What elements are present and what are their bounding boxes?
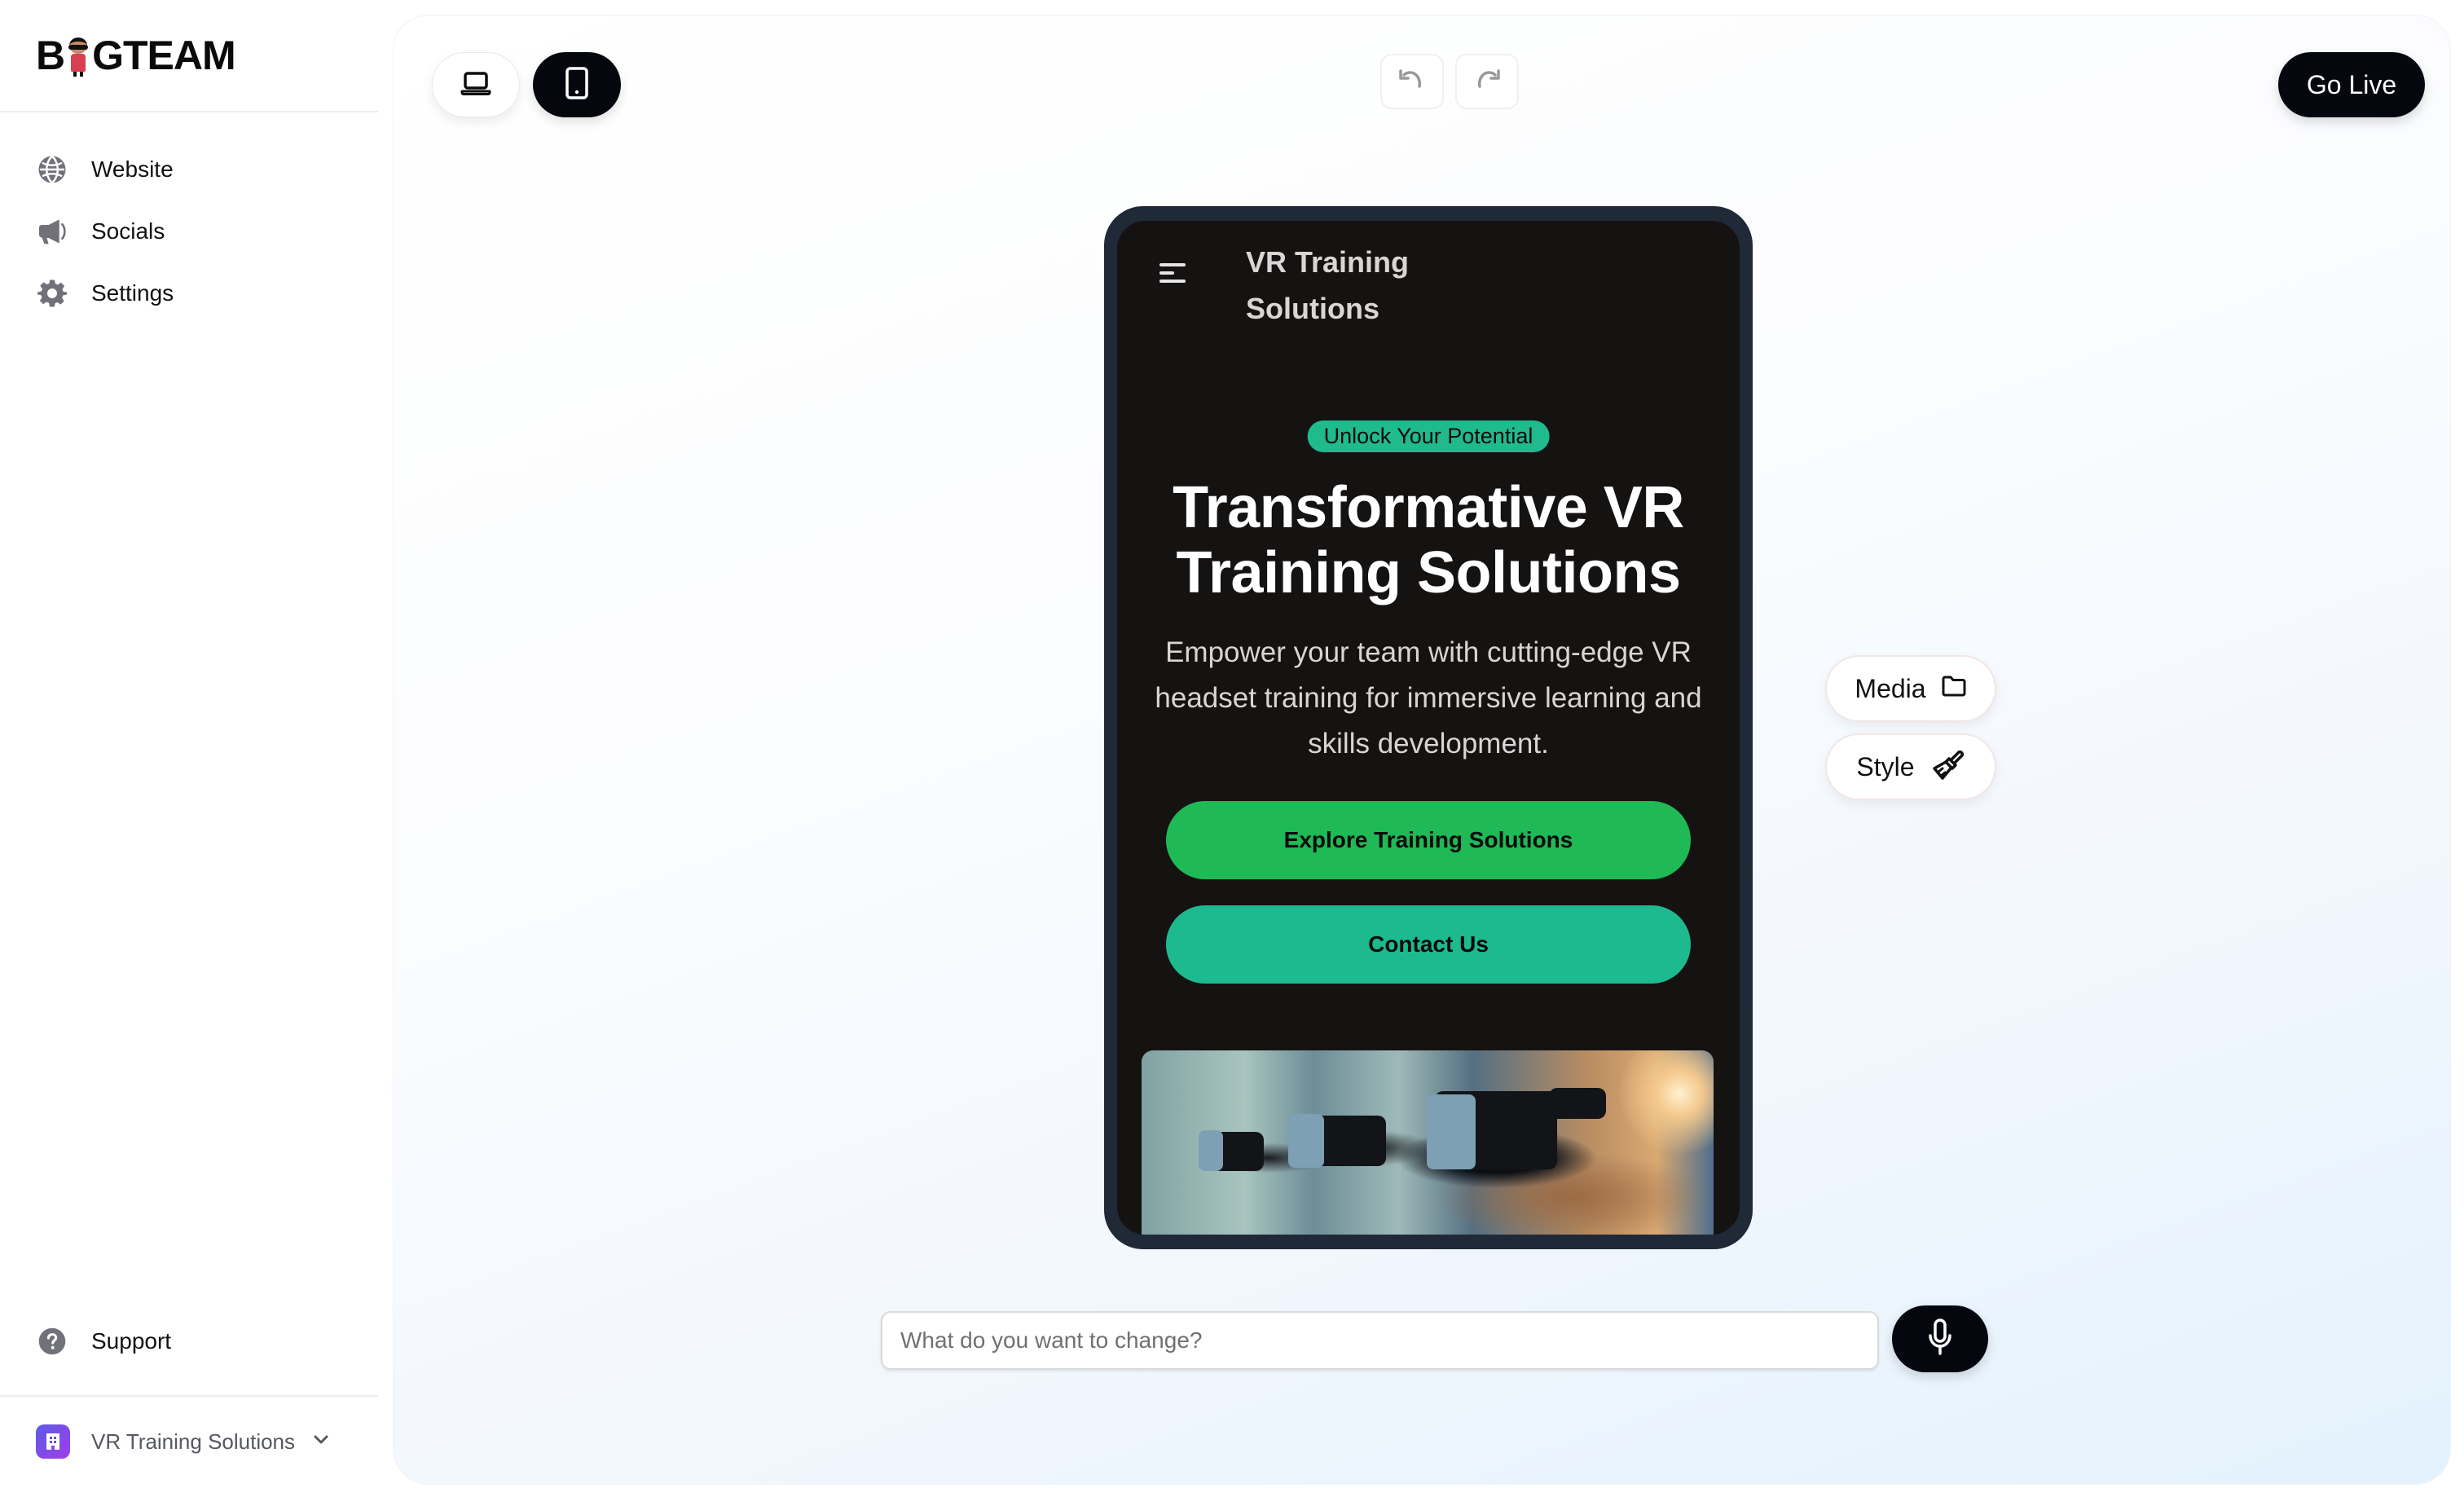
style-button[interactable]: Style bbox=[1825, 733, 1996, 800]
hero-subtitle: Empower your team with cutting-edge VR h… bbox=[1155, 636, 1702, 759]
redo-button[interactable] bbox=[1455, 54, 1519, 109]
sidebar-nav: Website Socials Settings bbox=[36, 147, 174, 332]
media-label: Media bbox=[1855, 673, 1926, 703]
app-root: B GTEAM Website Socials Settings Support… bbox=[0, 0, 2464, 1488]
sidebar-item-socials[interactable]: Socials bbox=[36, 209, 174, 254]
microphone-icon bbox=[1926, 1318, 1954, 1361]
go-live-button[interactable]: Go Live bbox=[2278, 52, 2425, 117]
sidebar: B GTEAM Website Socials Settings Support… bbox=[0, 0, 378, 1488]
style-label: Style bbox=[1856, 751, 1915, 781]
voice-input-button[interactable] bbox=[1892, 1305, 1988, 1372]
globe-icon bbox=[36, 153, 68, 186]
device-toggle bbox=[432, 52, 621, 117]
sidebar-item-label: Socials bbox=[91, 218, 165, 244]
megaphone-icon bbox=[36, 215, 68, 248]
hero-image bbox=[1142, 1050, 1714, 1235]
sidebar-divider bbox=[0, 1395, 378, 1397]
workspace-switcher[interactable]: VR Training Solutions bbox=[36, 1424, 329, 1459]
history-controls bbox=[1380, 54, 1519, 109]
hamburger-menu-icon[interactable] bbox=[1159, 262, 1187, 286]
logo[interactable]: B GTEAM bbox=[36, 33, 236, 78]
sidebar-item-support[interactable]: Support bbox=[36, 1319, 171, 1364]
media-button[interactable]: Media bbox=[1825, 655, 1996, 722]
phone-icon bbox=[565, 66, 588, 103]
logo-text-end: GTEAM bbox=[92, 33, 236, 78]
explore-training-button[interactable]: Explore Training Solutions bbox=[1166, 801, 1691, 879]
question-circle-icon bbox=[36, 1325, 68, 1358]
site-title[interactable]: VR Training Solutions bbox=[1246, 239, 1458, 332]
site-header: VR Training Solutions bbox=[1117, 221, 1740, 343]
change-request-input[interactable] bbox=[881, 1311, 1879, 1370]
sidebar-item-settings[interactable]: Settings bbox=[36, 271, 174, 316]
folder-icon bbox=[1941, 674, 1967, 704]
site-preview[interactable]: VR Training Solutions Unlock Your Potent… bbox=[1117, 221, 1740, 1235]
gear-icon bbox=[36, 277, 68, 310]
workspace-name: VR Training Solutions bbox=[91, 1429, 296, 1454]
sidebar-item-label: Settings bbox=[91, 280, 174, 306]
sidebar-item-label: Support bbox=[91, 1328, 172, 1354]
hero-title: Transformative VR Training Solutions bbox=[1173, 475, 1684, 605]
mobile-preview-frame: VR Training Solutions Unlock Your Potent… bbox=[1104, 206, 1753, 1249]
contact-us-button[interactable]: Contact Us bbox=[1166, 905, 1691, 984]
redo-icon bbox=[1472, 68, 1502, 95]
sidebar-item-website[interactable]: Website bbox=[36, 147, 174, 192]
logo-text-start: B bbox=[36, 33, 65, 78]
chevron-down-icon bbox=[313, 1434, 329, 1450]
undo-button[interactable] bbox=[1380, 54, 1444, 109]
desktop-view-button[interactable] bbox=[432, 52, 520, 117]
sidebar-item-label: Website bbox=[91, 156, 174, 182]
undo-icon bbox=[1397, 68, 1427, 95]
sidebar-divider bbox=[0, 111, 378, 112]
mascot-icon bbox=[66, 34, 90, 77]
paintbrush-icon bbox=[1929, 746, 1965, 788]
hero-badge: Unlock Your Potential bbox=[1307, 420, 1550, 452]
mobile-view-button[interactable] bbox=[533, 52, 621, 117]
laptop-icon bbox=[460, 71, 491, 99]
building-icon bbox=[36, 1424, 70, 1459]
